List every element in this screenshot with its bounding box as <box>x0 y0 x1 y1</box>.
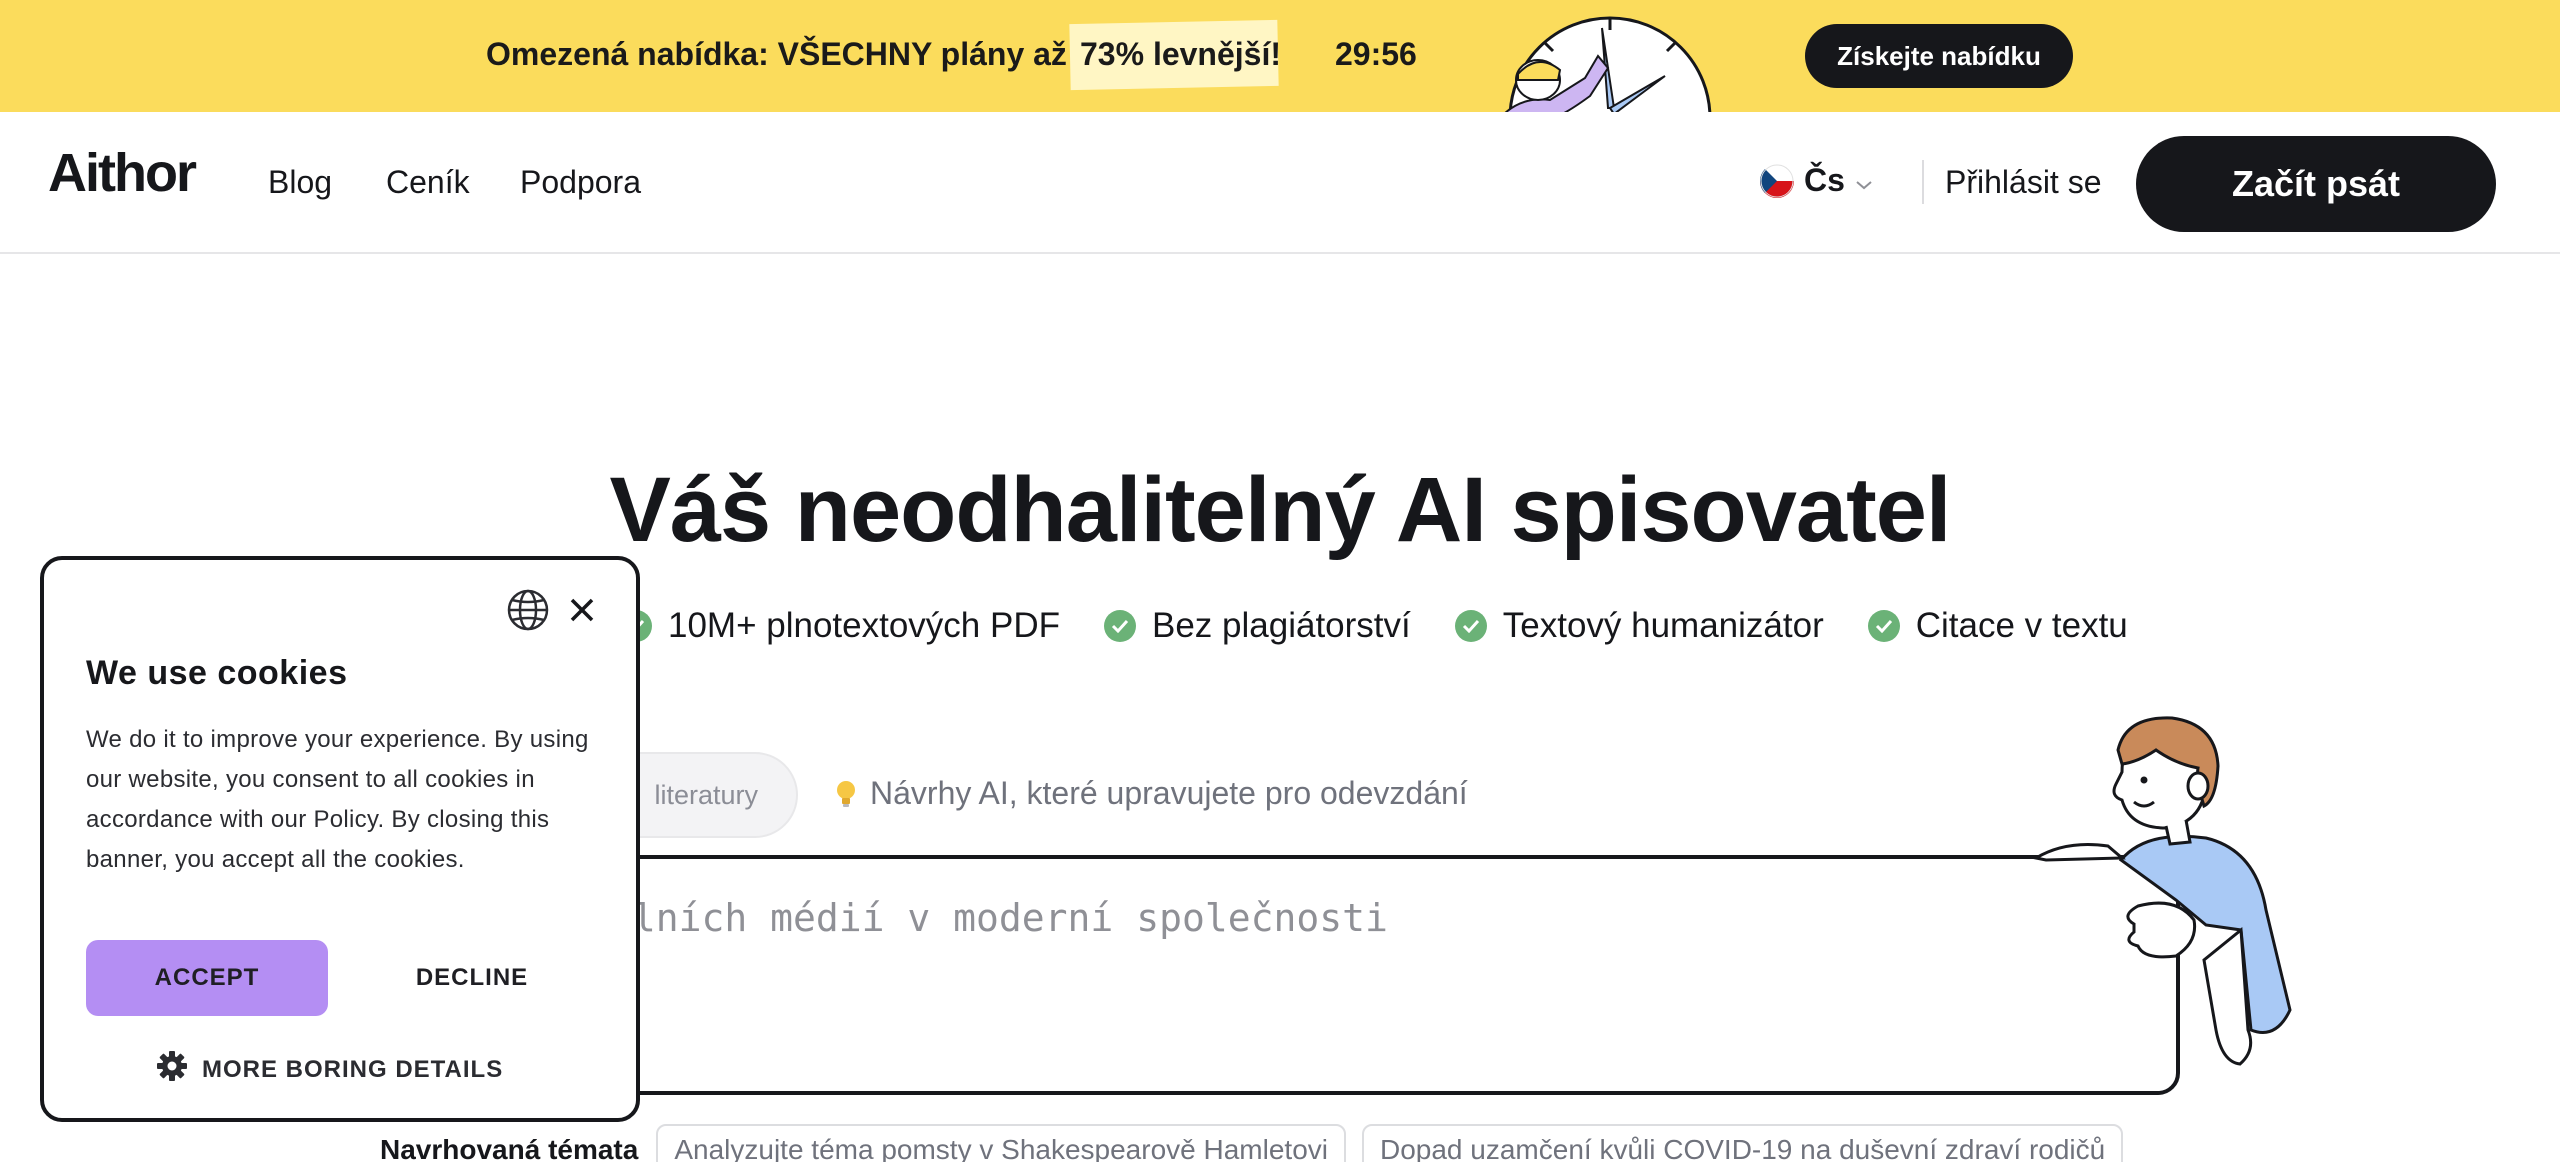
feature-item: Citace v textu <box>1867 606 2128 646</box>
nav-support[interactable]: Podpora <box>520 164 641 201</box>
feature-label: Bez plagiátorství <box>1152 606 1411 645</box>
language-label: Čs <box>1804 162 1845 198</box>
more-details-label: MORE BORING DETAILS <box>202 1055 504 1083</box>
feature-label: Textový humanizátor <box>1502 606 1824 645</box>
chevron-down-icon <box>1855 162 1873 199</box>
suggested-topics: Navrhovaná témata Analyzujte téma pomsty… <box>380 1124 2124 1162</box>
suggested-topic-chip[interactable]: Dopad uzamčení kvůli COVID-19 na duševní… <box>1361 1124 2124 1162</box>
nav-pricing[interactable]: Ceník <box>386 164 470 201</box>
feature-list: 10M+ plnotextových PDF Bez plagiátorství… <box>620 606 2128 646</box>
suggested-topic-chip[interactable]: Analyzujte téma pomsty v Shakespearově H… <box>656 1124 1346 1162</box>
nav-blog[interactable]: Blog <box>268 164 332 201</box>
promo-text: Omezená nabídka: VŠECHNY plány až o <box>486 36 1096 72</box>
cookie-consent-dialog: We use cookies We do it to improve your … <box>40 556 640 1122</box>
hero-title: Váš neodhalitelný AI spisovatel <box>609 459 1952 561</box>
language-selector[interactable]: Čs <box>1760 162 1873 199</box>
feature-item: 10M+ plnotextových PDF <box>620 606 1060 646</box>
ai-suggestions-tip: Návrhy AI, které upravujete pro odevzdán… <box>834 775 1468 812</box>
feature-item: Bez plagiátorství <box>1104 606 1411 646</box>
feature-label: Citace v textu <box>1915 606 2128 645</box>
gear-icon <box>156 1050 188 1089</box>
aithor-logo[interactable]: Aithor <box>48 142 197 204</box>
suggested-topics-label: Navrhovaná témata <box>380 1134 639 1162</box>
topic-input[interactable] <box>600 855 2180 1095</box>
cookie-description: We do it to improve your experience. By … <box>86 726 589 873</box>
site-header: Aithor Blog Ceník Podpora Čs Přihlásit s… <box>0 112 2560 254</box>
get-offer-button[interactable]: Získejte nabídku <box>1805 24 2073 88</box>
literature-chip-label: literatury <box>654 779 758 810</box>
feature-label: 10M+ plnotextových PDF <box>668 606 1060 645</box>
check-icon <box>1104 610 1136 642</box>
more-details-link[interactable]: MORE BORING DETAILS <box>156 1050 503 1089</box>
login-link[interactable]: Přihlásit se <box>1945 164 2102 201</box>
student-illustration <box>2031 716 2292 1066</box>
feature-item: Textový humanizátor <box>1454 606 1824 646</box>
topic-input-value[interactable]: álních médií v moderní společnosti <box>610 896 1388 940</box>
cookie-title: We use cookies <box>86 654 348 692</box>
start-writing-button[interactable]: Začít psát <box>2136 136 2496 232</box>
czech-flag-icon <box>1760 163 1794 198</box>
decline-cookies-button[interactable]: DECLINE <box>372 940 572 1016</box>
check-icon <box>1867 610 1900 642</box>
lightbulb-icon <box>834 779 858 809</box>
promo-discount: 73% levnější! <box>1080 36 1281 72</box>
tip-text: Návrhy AI, které upravujete pro odevzdán… <box>870 775 1468 811</box>
check-icon <box>1454 610 1487 642</box>
promo-countdown-timer: 29:56 <box>1335 36 1417 72</box>
header-divider <box>1922 160 1924 204</box>
accept-cookies-button[interactable]: ACCEPT <box>86 940 328 1016</box>
clock-illustration <box>1504 16 1712 112</box>
promo-banner: Omezená nabídka: VŠECHNY plány až o 73% … <box>0 0 2560 112</box>
close-icon[interactable] <box>562 590 602 630</box>
globe-icon[interactable] <box>506 588 550 632</box>
